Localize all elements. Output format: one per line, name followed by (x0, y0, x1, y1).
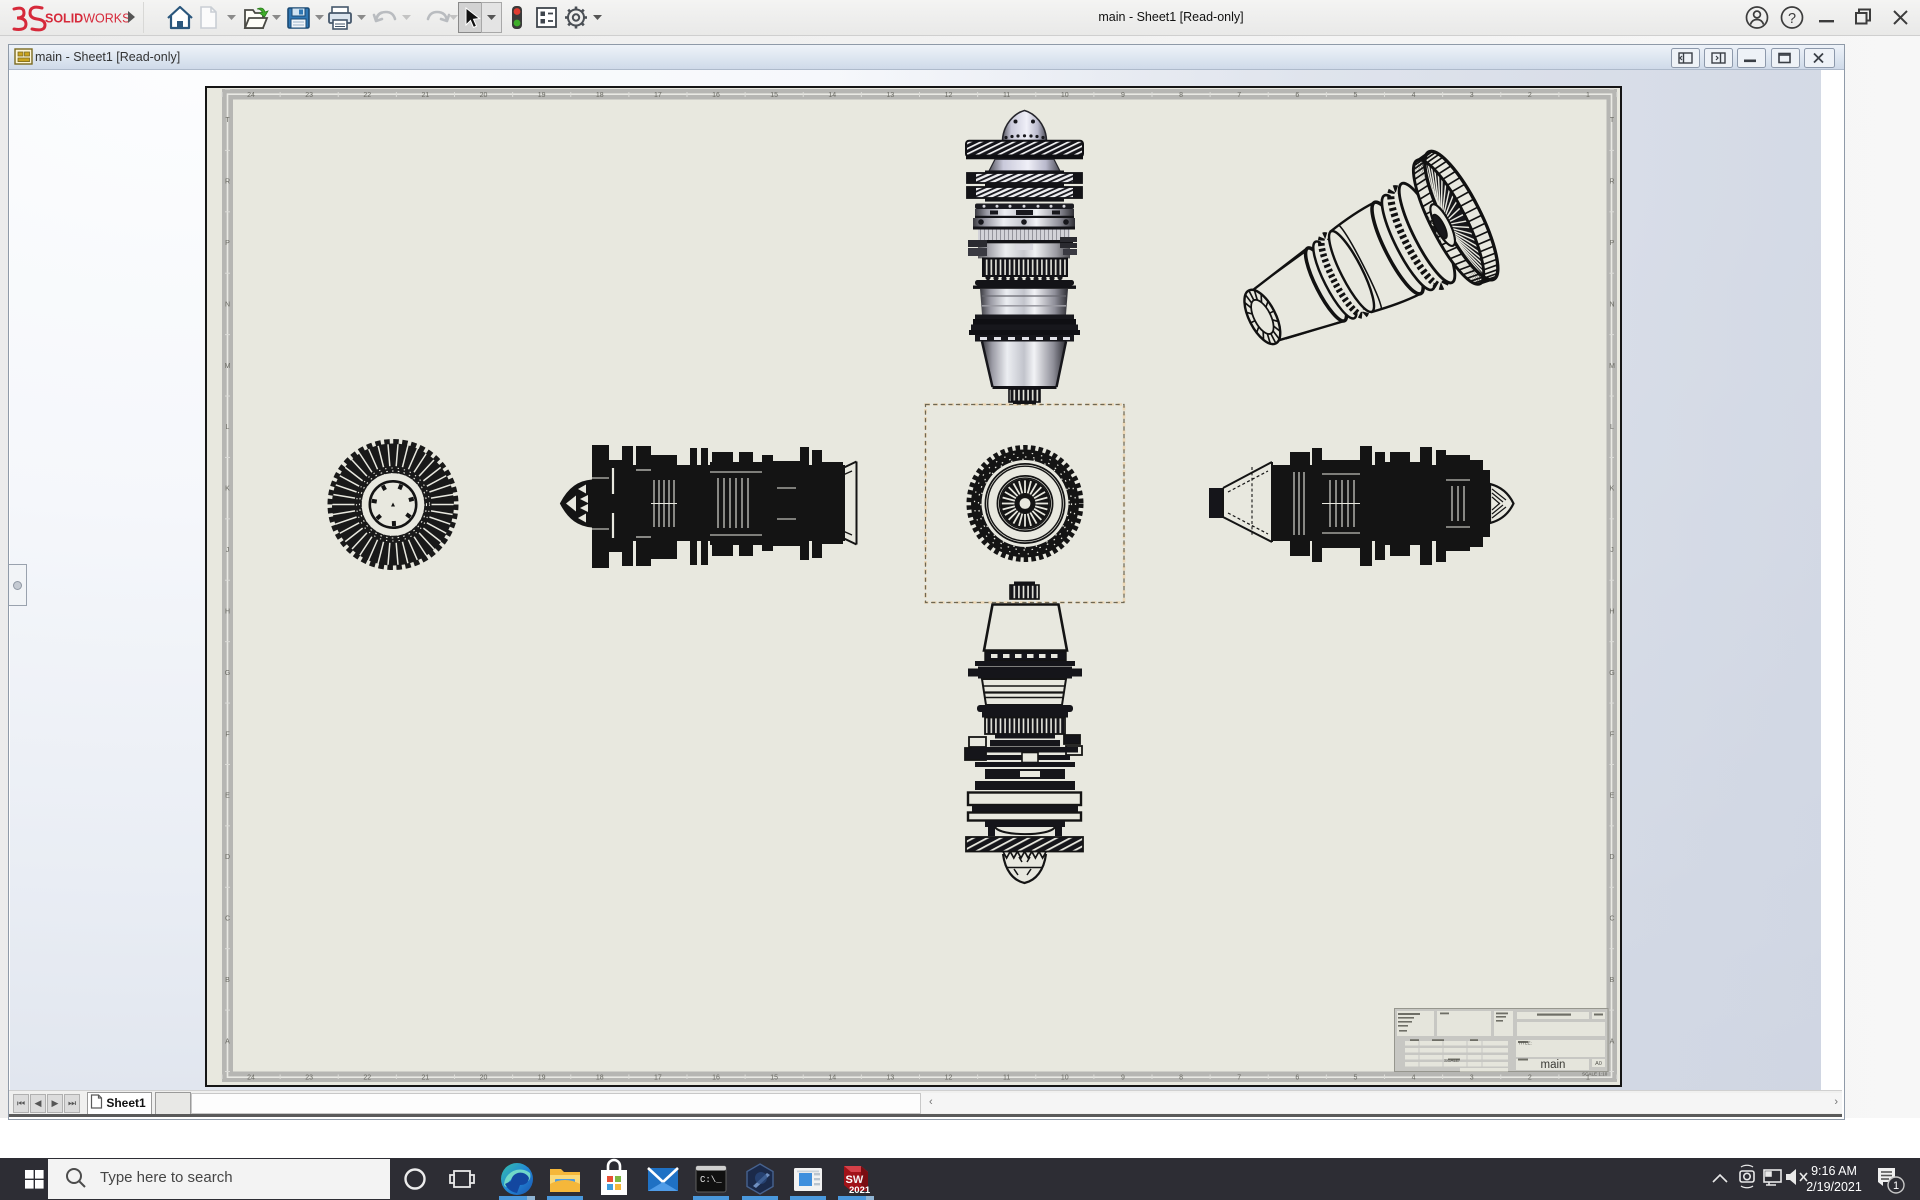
svg-text:16: 16 (712, 1075, 720, 1082)
svg-text:17: 17 (654, 1075, 662, 1082)
svg-text:H: H (225, 608, 230, 615)
svg-text:H: H (1609, 608, 1614, 615)
svg-text:19: 19 (538, 1075, 546, 1082)
svg-text:P: P (1610, 240, 1615, 247)
svg-text:14: 14 (828, 1075, 836, 1082)
svg-text:E: E (225, 793, 230, 800)
svg-text:T: T (1610, 117, 1615, 124)
svg-text:23: 23 (305, 1075, 313, 1082)
svg-text:15: 15 (770, 1075, 778, 1082)
svg-text:14: 14 (828, 92, 836, 99)
svg-text:N: N (225, 301, 230, 308)
svg-text:TITLE:: TITLE: (1518, 1041, 1532, 1046)
svg-text:22: 22 (363, 92, 371, 99)
svg-text:T: T (225, 117, 230, 124)
svg-text:B: B (225, 977, 230, 984)
svg-text:15: 15 (770, 92, 778, 99)
svg-text:M: M (1609, 363, 1615, 370)
svg-text:F: F (1610, 731, 1614, 738)
svg-text:main: main (1541, 1059, 1566, 1071)
svg-text:J: J (226, 547, 230, 554)
svg-text:L: L (1610, 424, 1614, 431)
svg-text:23: 23 (305, 92, 313, 99)
svg-text:F: F (225, 731, 229, 738)
svg-text:21: 21 (422, 92, 430, 99)
svg-text:10: 10 (1061, 1075, 1069, 1082)
svg-text:21: 21 (422, 1075, 430, 1082)
svg-text:R: R (1609, 179, 1614, 186)
svg-text:7: 7 (1237, 92, 1241, 99)
svg-text:8: 8 (1179, 92, 1183, 99)
svg-text:4: 4 (1412, 92, 1416, 99)
svg-text:16: 16 (712, 92, 720, 99)
svg-text:20: 20 (480, 92, 488, 99)
svg-text:P: P (225, 240, 230, 247)
svg-text:G: G (225, 670, 230, 677)
svg-text:A: A (1610, 1038, 1615, 1045)
svg-text:M: M (225, 363, 231, 370)
svg-text:E: E (1610, 793, 1615, 800)
svg-text:J: J (1610, 547, 1614, 554)
svg-text:2: 2 (1528, 1075, 1532, 1082)
svg-text:11: 11 (1003, 92, 1010, 99)
svg-text:22: 22 (363, 1075, 371, 1082)
svg-text:D: D (1609, 854, 1614, 861)
svg-text:1: 1 (1586, 92, 1590, 99)
svg-text:C: C (1609, 915, 1614, 922)
svg-text:18: 18 (596, 92, 604, 99)
svg-text:B: B (1610, 977, 1615, 984)
svg-text:K: K (1610, 486, 1615, 493)
svg-text:SCALE 1:10: SCALE 1:10 (1582, 1072, 1608, 1077)
svg-text:D: D (225, 854, 230, 861)
svg-text:18: 18 (596, 1075, 604, 1082)
svg-text:L: L (226, 424, 230, 431)
svg-text:6: 6 (1295, 92, 1299, 99)
svg-text:C: C (225, 915, 230, 922)
svg-text:5: 5 (1353, 1075, 1357, 1082)
svg-text:8: 8 (1179, 1075, 1183, 1082)
svg-text:6: 6 (1295, 1075, 1299, 1082)
svg-text:G: G (1609, 670, 1614, 677)
svg-text:13: 13 (887, 1075, 895, 1082)
svg-text:2: 2 (1528, 92, 1532, 99)
svg-text:20: 20 (480, 1075, 488, 1082)
svg-text:10: 10 (1061, 92, 1069, 99)
svg-text:13: 13 (887, 92, 895, 99)
svg-text:12: 12 (945, 1075, 953, 1082)
svg-text:N: N (1609, 301, 1614, 308)
svg-text:24: 24 (247, 92, 255, 99)
svg-text:3: 3 (1470, 92, 1474, 99)
svg-text:7: 7 (1237, 1075, 1241, 1082)
svg-text:9: 9 (1121, 92, 1125, 99)
svg-text:3: 3 (1470, 1075, 1474, 1082)
svg-text:9: 9 (1121, 1075, 1125, 1082)
svg-text:12: 12 (945, 92, 953, 99)
svg-text:R: R (225, 179, 230, 186)
svg-text:SCALE: SCALE (1444, 1058, 1459, 1063)
svg-text:A0: A0 (1595, 1061, 1602, 1067)
svg-text:4: 4 (1412, 1075, 1416, 1082)
svg-text:19: 19 (538, 92, 546, 99)
svg-text:K: K (225, 486, 230, 493)
svg-text:24: 24 (247, 1075, 255, 1082)
svg-text:A: A (225, 1038, 230, 1045)
svg-text:11: 11 (1003, 1075, 1010, 1082)
svg-text:5: 5 (1353, 92, 1357, 99)
svg-text:17: 17 (654, 92, 662, 99)
